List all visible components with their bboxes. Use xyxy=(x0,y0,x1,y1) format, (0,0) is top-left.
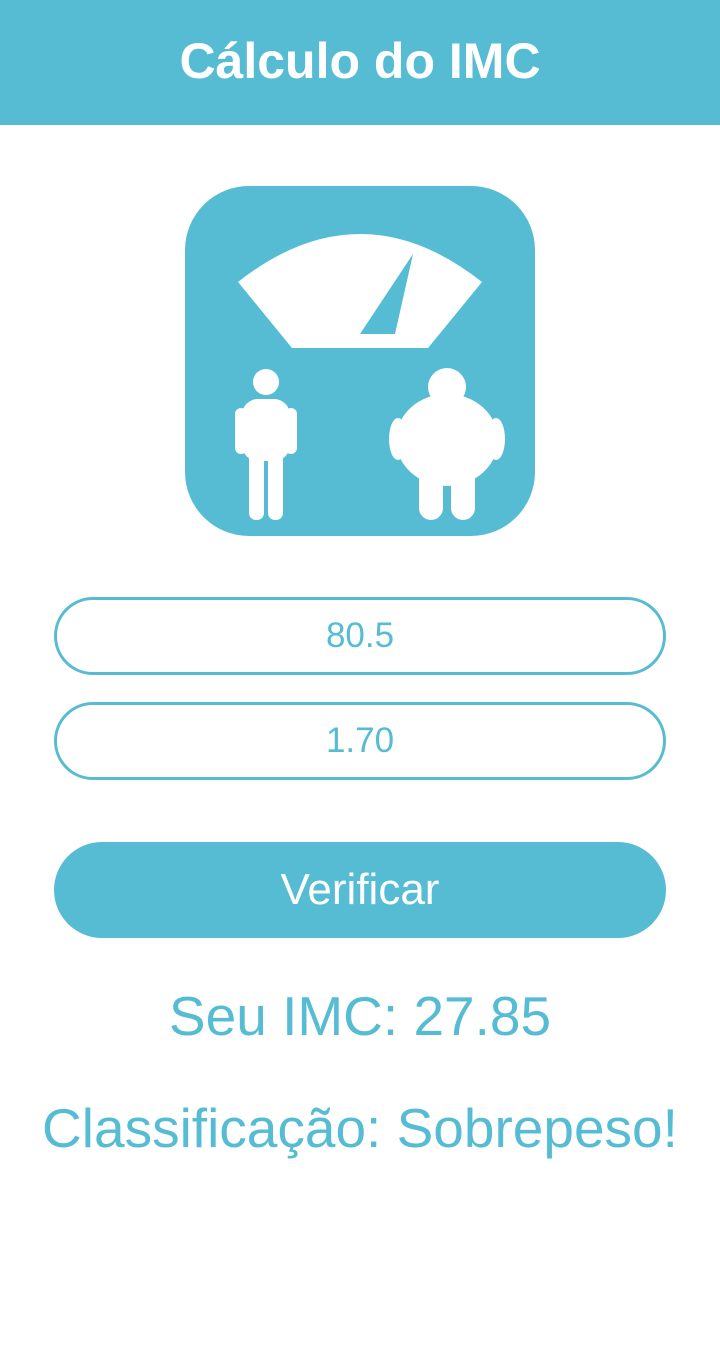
verify-button[interactable]: Verificar xyxy=(54,842,666,938)
app-title: Cálculo do IMC xyxy=(179,32,541,89)
bmi-scale-icon xyxy=(185,186,535,536)
classification-result: Classificação: Sobrepeso! xyxy=(42,1097,678,1159)
height-input[interactable] xyxy=(54,702,666,780)
app-bar: Cálculo do IMC xyxy=(0,0,720,125)
weight-input[interactable] xyxy=(54,597,666,675)
imc-result: Seu IMC: 27.85 xyxy=(168,985,552,1047)
